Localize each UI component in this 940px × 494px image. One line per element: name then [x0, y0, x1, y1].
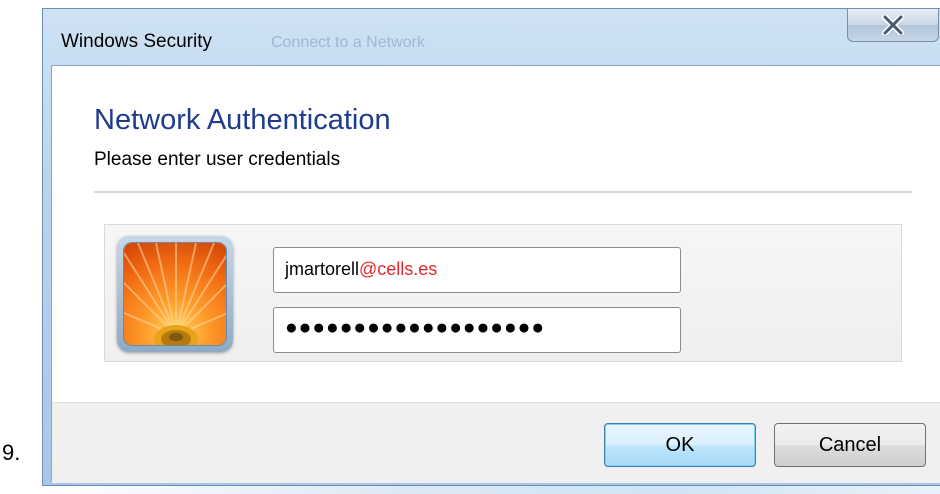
dialog-body: Network Authentication Please enter user… [51, 65, 940, 483]
password-mask: ●●●●●●●●●●●●●●●●●●● [285, 316, 545, 339]
username-field[interactable]: jmartorell@cells.es [273, 247, 681, 293]
close-button[interactable] [847, 9, 939, 42]
password-field[interactable]: ●●●●●●●●●●●●●●●●●●● [273, 307, 681, 353]
ok-button[interactable]: OK [604, 423, 756, 467]
username-domain-part: @cells.es [359, 259, 438, 279]
dialog-subheading: Please enter user credentials [94, 149, 341, 170]
user-avatar [117, 236, 233, 352]
taskbar-glow [42, 486, 940, 494]
background-window-title: Connect to a Network [271, 34, 425, 51]
username-value: jmartorell@cells.es [285, 259, 437, 280]
window-title: Windows Security [61, 31, 212, 52]
credential-tile[interactable]: jmartorell@cells.es ●●●●●●●●●●●●●●●●●●● [104, 224, 902, 362]
button-bar: OK Cancel [52, 402, 940, 483]
cancel-button[interactable]: Cancel [774, 423, 926, 467]
divider [94, 191, 912, 193]
windows-security-dialog: Connect to a Network Windows Security Ne… [42, 8, 940, 486]
dialog-heading: Network Authentication [94, 104, 391, 136]
step-number-label: 9. [2, 440, 21, 465]
username-user-part: jmartorell [285, 259, 360, 279]
flower-picture-icon [124, 243, 226, 345]
close-icon [882, 15, 904, 35]
